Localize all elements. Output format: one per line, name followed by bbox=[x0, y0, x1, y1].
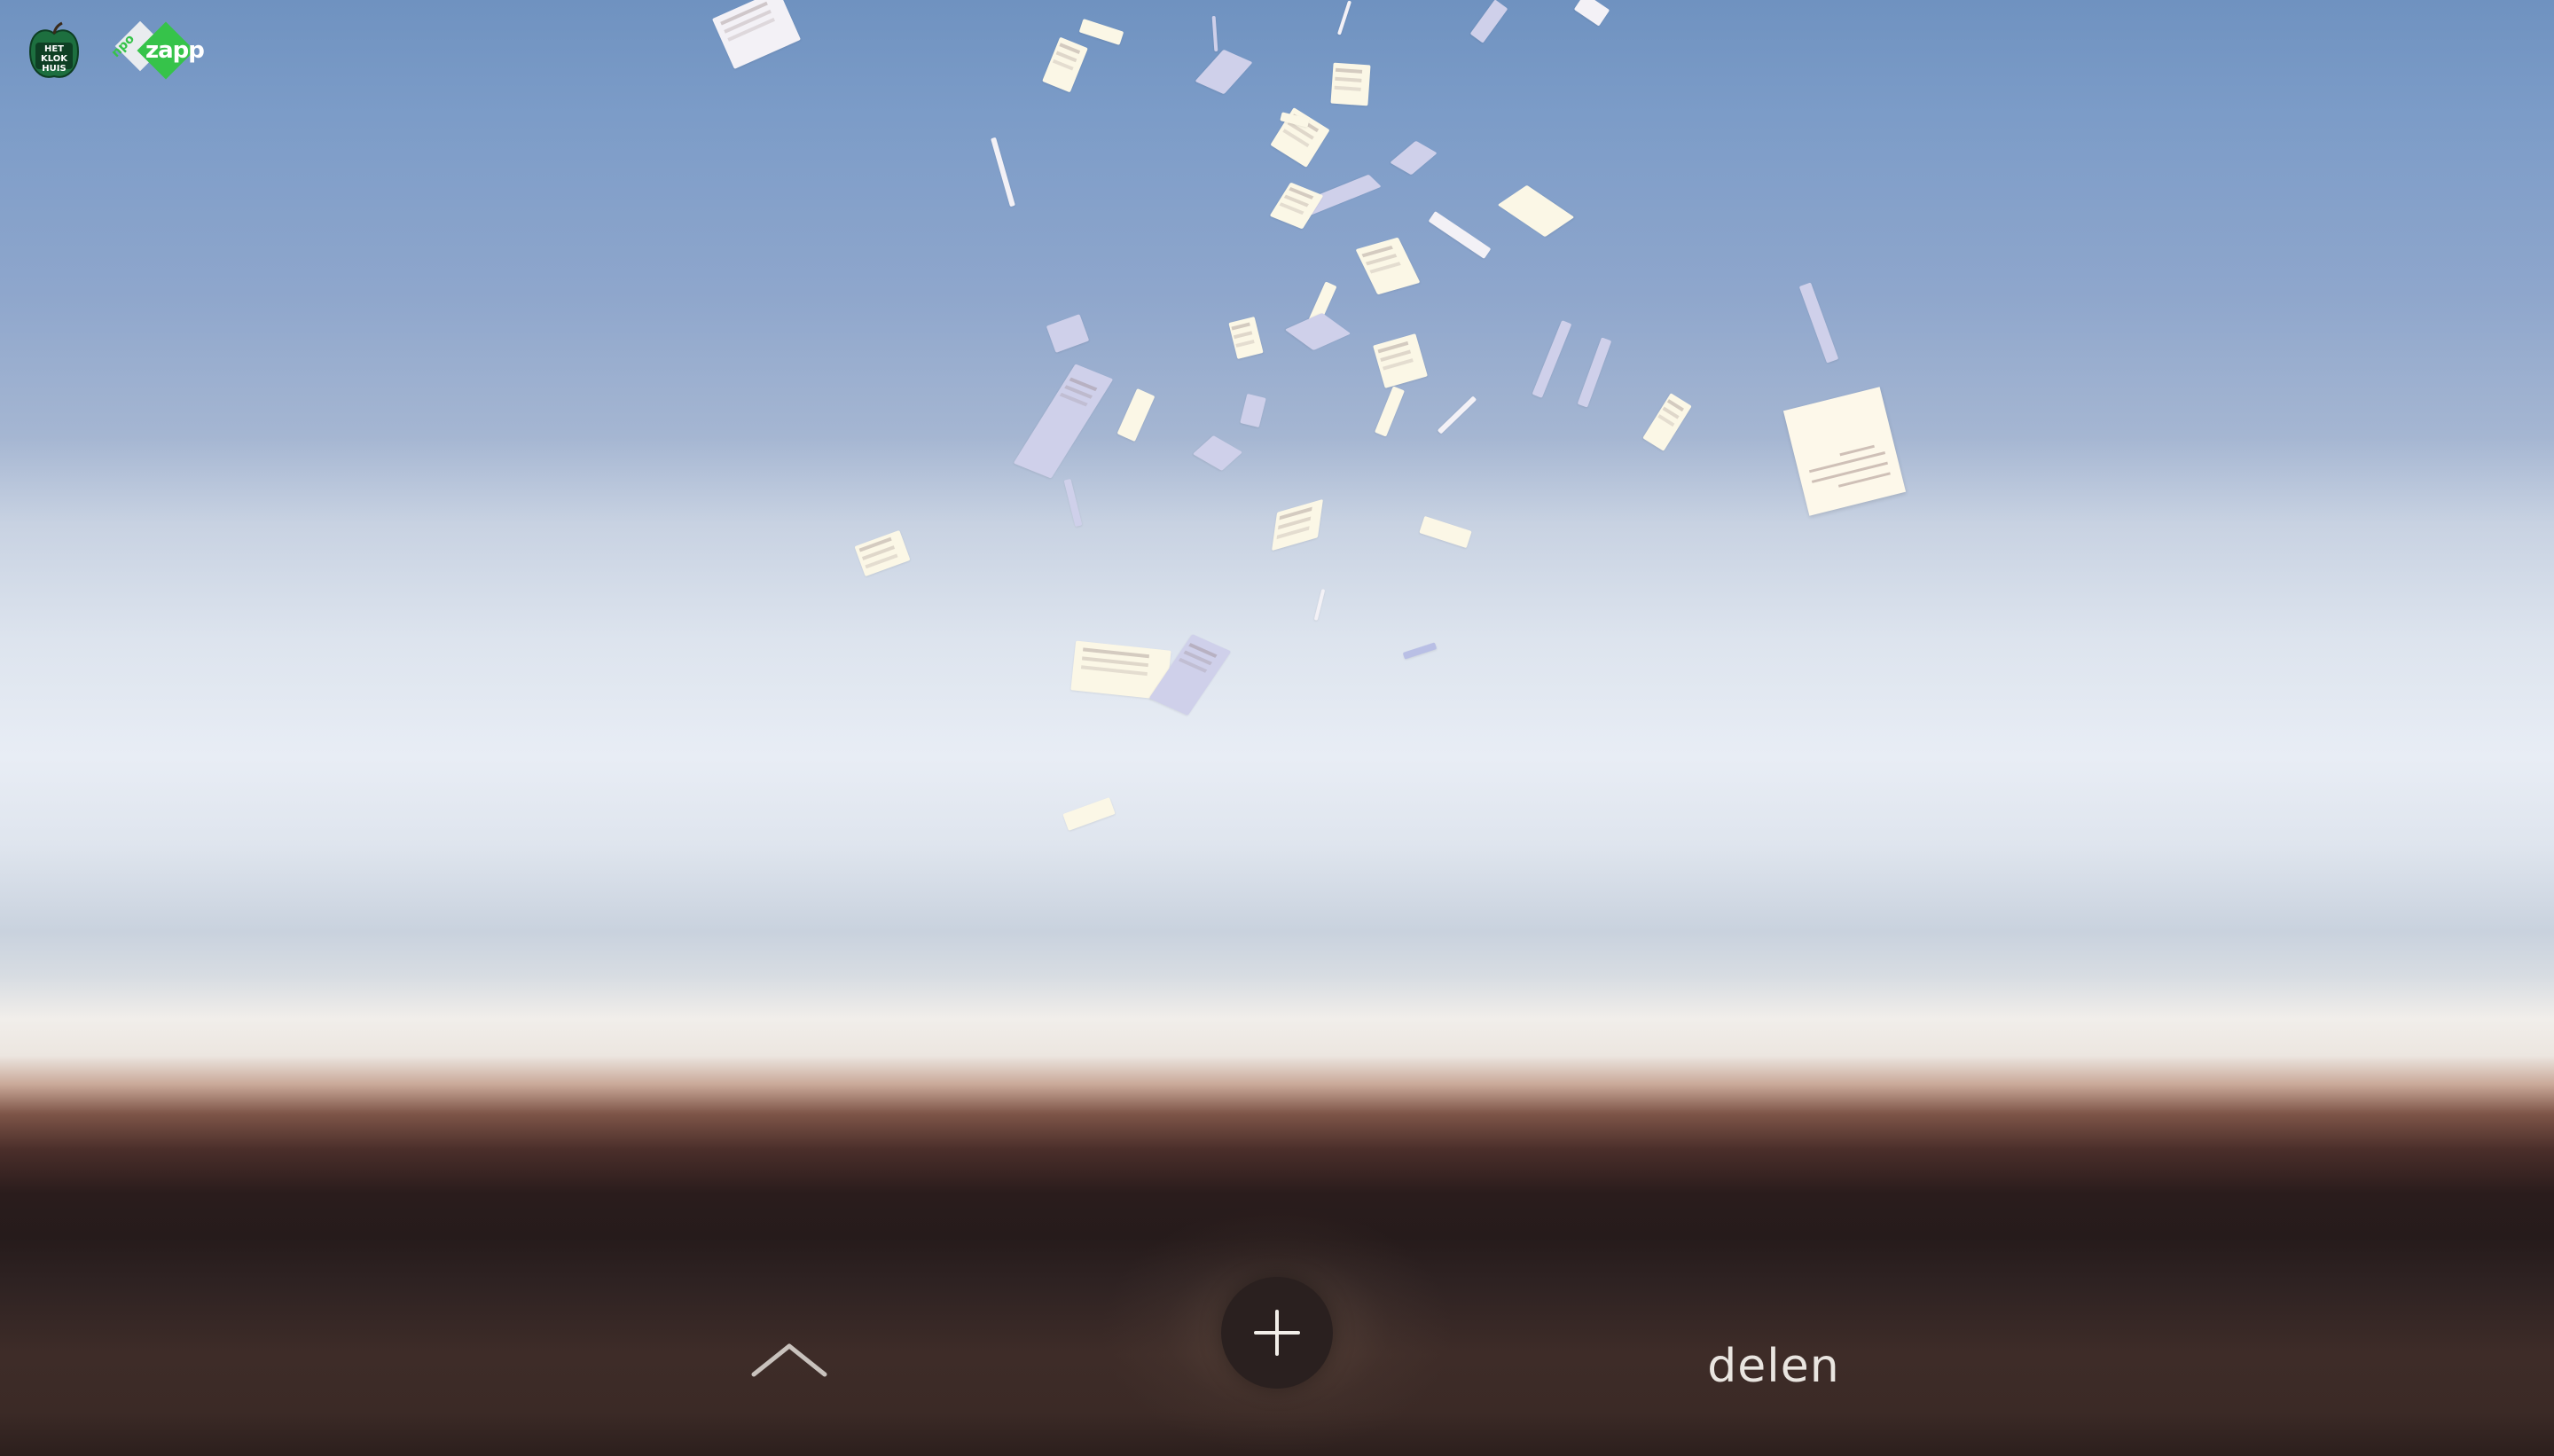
floating-note bbox=[1042, 36, 1088, 93]
floating-note bbox=[1240, 393, 1266, 428]
floating-note bbox=[1063, 478, 1083, 528]
floating-note bbox=[991, 137, 1015, 207]
floating-note bbox=[1469, 0, 1508, 43]
floating-note bbox=[1532, 320, 1572, 398]
floating-note bbox=[1497, 184, 1575, 238]
floating-note bbox=[1116, 387, 1156, 442]
scroll-up-button[interactable] bbox=[747, 1337, 832, 1380]
plus-icon bbox=[1254, 1310, 1300, 1356]
floating-note bbox=[1573, 0, 1610, 27]
floating-note bbox=[1419, 515, 1472, 549]
floating-note bbox=[1330, 62, 1371, 106]
chevron-up-icon bbox=[751, 1343, 827, 1377]
sky-scene bbox=[0, 0, 2554, 1456]
floating-note bbox=[1798, 282, 1839, 364]
floating-note bbox=[1269, 182, 1324, 230]
floating-note bbox=[1078, 18, 1124, 46]
floating-note bbox=[854, 529, 911, 577]
share-button[interactable]: delen bbox=[1685, 1337, 1862, 1396]
floating-note bbox=[1375, 386, 1405, 437]
floating-note bbox=[1390, 140, 1438, 176]
floating-note bbox=[1437, 395, 1477, 434]
floating-note bbox=[711, 0, 802, 69]
floating-note bbox=[1355, 237, 1421, 295]
floating-note bbox=[1013, 364, 1114, 479]
floating-note bbox=[1062, 797, 1116, 831]
floating-note bbox=[1046, 314, 1090, 353]
floating-note bbox=[1211, 15, 1218, 52]
npo-zapp-logo[interactable]: npo zapp bbox=[106, 20, 205, 83]
floating-note bbox=[1313, 589, 1326, 621]
floating-note bbox=[1284, 312, 1351, 351]
floating-note bbox=[1195, 49, 1253, 95]
floating-note bbox=[1402, 642, 1438, 660]
floating-note bbox=[1642, 393, 1692, 451]
floating-note bbox=[1336, 0, 1352, 35]
floating-note bbox=[1192, 434, 1243, 472]
floating-note bbox=[1228, 316, 1264, 360]
floating-note bbox=[1428, 210, 1492, 260]
floating-note bbox=[1373, 333, 1428, 388]
floating-note bbox=[1577, 337, 1612, 408]
brand-logos: HET KLOK HUIS npo zapp bbox=[23, 20, 205, 83]
floating-note bbox=[1271, 498, 1324, 552]
klokhuis-logo[interactable]: HET KLOK HUIS bbox=[23, 21, 85, 83]
floating-note-large bbox=[1782, 387, 1907, 516]
zapp-label: zapp bbox=[145, 37, 205, 64]
klokhuis-logo-text: HET KLOK HUIS bbox=[40, 44, 67, 74]
add-note-button[interactable] bbox=[1221, 1277, 1333, 1389]
